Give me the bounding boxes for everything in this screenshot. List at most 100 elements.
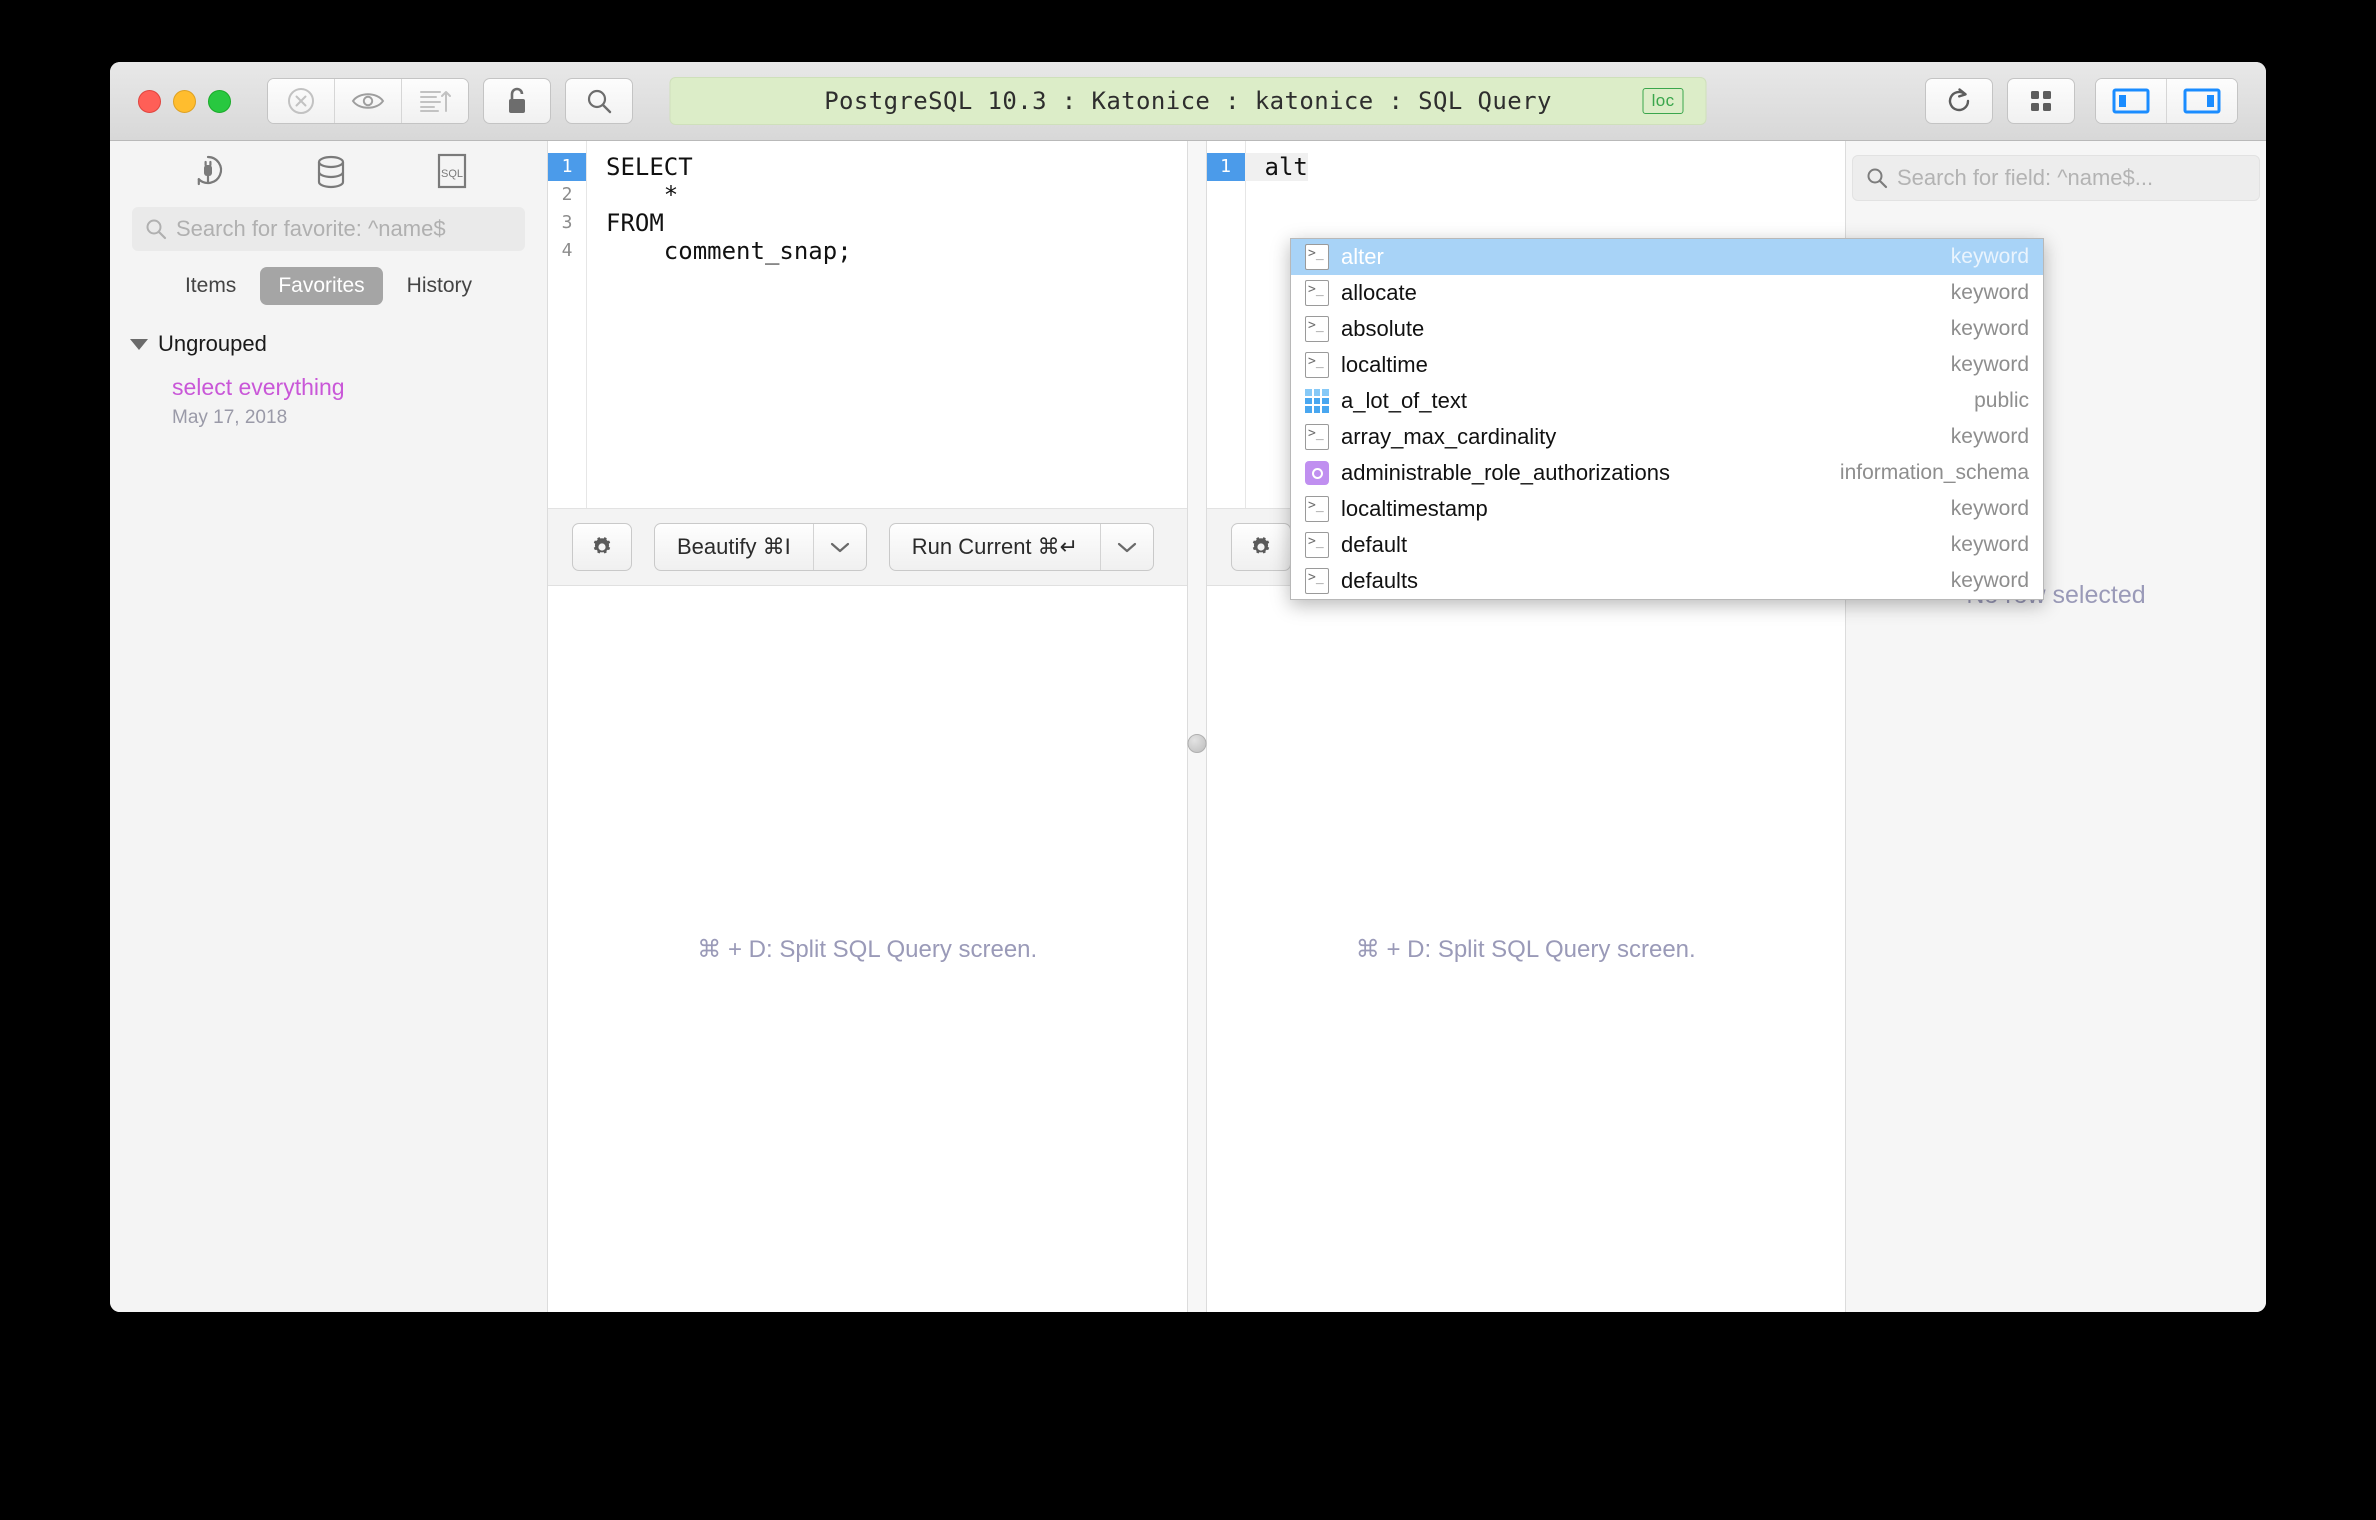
right-panel-icon: [2183, 87, 2221, 115]
sidebar-tabs: Items Favorites History: [110, 267, 547, 305]
search-button[interactable]: [565, 78, 633, 124]
keyword-icon: >_: [1305, 316, 1329, 342]
favorite-date: May 17, 2018: [172, 407, 547, 429]
autocomplete-item-kind: keyword: [1951, 281, 2029, 305]
autocomplete-item[interactable]: >_ defaults keyword: [1291, 563, 2043, 599]
sql-code-area-left[interactable]: 1 SELECT 2 * 3 FROM 4: [548, 141, 1187, 509]
split-screen-hint: ⌘ + D: Split SQL Query screen.: [1356, 935, 1696, 964]
cancel-button[interactable]: [268, 79, 335, 123]
autocomplete-item[interactable]: >_ localtime keyword: [1291, 347, 2043, 383]
titlebar: PostgreSQL 10.3 : Katonice : katonice : …: [110, 62, 2266, 141]
line-text: comment_snap;: [586, 237, 852, 265]
sidebar-tab-items[interactable]: Items: [167, 267, 254, 305]
line-number: 1: [548, 153, 586, 181]
gear-icon: [1248, 534, 1274, 560]
favorite-name: select everything: [172, 373, 547, 403]
sort-button[interactable]: [402, 79, 468, 123]
autocomplete-item[interactable]: >_ array_max_cardinality keyword: [1291, 419, 2043, 455]
refresh-icon: [1944, 86, 1974, 116]
toggle-right-panel-button[interactable]: [2167, 79, 2237, 123]
code-line: 4 comment_snap;: [548, 237, 1187, 265]
favorites-group-label: Ungrouped: [158, 331, 267, 357]
gutter-right: [1207, 141, 1246, 508]
window-controls: [138, 90, 231, 113]
autocomplete-item[interactable]: a_lot_of_text public: [1291, 383, 2043, 419]
autocomplete-item-name: defaults: [1341, 568, 1418, 594]
grid-icon: [2028, 88, 2054, 114]
autocomplete-item-name: localtimestamp: [1341, 496, 1488, 522]
autocomplete-item-name: localtime: [1341, 352, 1428, 378]
chevron-down-icon[interactable]: [1101, 524, 1153, 570]
minimize-button[interactable]: [173, 90, 196, 113]
eye-icon: [350, 88, 386, 114]
autocomplete-popup[interactable]: >_ alter keyword >_ allocate keyword >_ …: [1290, 238, 2044, 600]
unlock-icon: [503, 85, 531, 117]
autocomplete-item-name: allocate: [1341, 280, 1417, 306]
maximize-button[interactable]: [208, 90, 231, 113]
favorites-group-header[interactable]: Ungrouped: [110, 331, 547, 357]
autocomplete-item[interactable]: >_ default keyword: [1291, 527, 2043, 563]
autocomplete-item[interactable]: >_ localtimestamp keyword: [1291, 491, 2043, 527]
autocomplete-item[interactable]: >_ absolute keyword: [1291, 311, 2043, 347]
search-icon: [1865, 166, 1889, 190]
grid-view-button[interactable]: [2007, 78, 2075, 124]
autocomplete-item-kind: keyword: [1951, 533, 2029, 557]
split-resize-handle[interactable]: [1187, 734, 1206, 753]
autocomplete-item-name: administrable_role_authorizations: [1341, 460, 1670, 486]
close-button[interactable]: [138, 90, 161, 113]
keyword-icon: >_: [1305, 532, 1329, 558]
run-current-label: Run Current ⌘↵: [890, 524, 1101, 570]
view-icon: [1305, 461, 1329, 485]
editor-settings-button-left[interactable]: [572, 523, 632, 571]
autocomplete-item-kind: keyword: [1951, 497, 2029, 521]
sidebar-tab-history[interactable]: History: [389, 267, 490, 305]
sidebar-tab-favorites[interactable]: Favorites: [260, 267, 382, 305]
code-line: 2 *: [548, 181, 1187, 209]
plug-icon[interactable]: [187, 151, 229, 193]
database-icon[interactable]: [311, 151, 351, 193]
toolbar-right: [1925, 78, 2238, 124]
line-number: 2: [548, 181, 586, 209]
favorite-list-item[interactable]: select everything May 17, 2018: [110, 373, 547, 429]
toggle-left-panel-button[interactable]: [2096, 79, 2167, 123]
keyword-icon: >_: [1305, 424, 1329, 450]
code-line: 1 alt: [1207, 153, 1846, 181]
autocomplete-item-kind: keyword: [1951, 425, 2029, 449]
table-icon: [1305, 389, 1329, 413]
preview-button[interactable]: [335, 79, 402, 123]
autocomplete-item-kind: keyword: [1951, 317, 2029, 341]
field-search-input[interactable]: Search for field: ^name$...: [1852, 155, 2260, 201]
app-window: PostgreSQL 10.3 : Katonice : katonice : …: [110, 62, 2266, 1312]
editor-split-divider[interactable]: [1187, 141, 1207, 1312]
beautify-button-left[interactable]: Beautify ⌘I: [654, 523, 867, 571]
autocomplete-item[interactable]: >_ alter keyword: [1291, 239, 2043, 275]
autocomplete-item-name: default: [1341, 532, 1407, 558]
autocomplete-item-name: a_lot_of_text: [1341, 388, 1467, 414]
autocomplete-item-kind: keyword: [1951, 245, 2029, 269]
chevron-down-icon[interactable]: [814, 524, 866, 570]
line-number: 4: [548, 237, 586, 265]
run-current-button-left[interactable]: Run Current ⌘↵: [889, 523, 1154, 571]
autocomplete-item[interactable]: >_ allocate keyword: [1291, 275, 2043, 311]
autocomplete-item-kind: keyword: [1951, 353, 2029, 377]
code-line: 3 FROM: [548, 209, 1187, 237]
autocomplete-item-name: alter: [1341, 244, 1384, 270]
page-title: PostgreSQL 10.3 : Katonice : katonice : …: [824, 87, 1552, 115]
favorite-search-field[interactable]: Search for favorite: ^name$: [132, 207, 525, 251]
sidebar-icon-bar: SQL: [110, 141, 547, 203]
sort-lines-icon: [418, 87, 452, 115]
window-title-field: PostgreSQL 10.3 : Katonice : katonice : …: [670, 77, 1707, 125]
svg-text:SQL: SQL: [441, 168, 463, 180]
keyword-icon: >_: [1305, 352, 1329, 378]
lock-button[interactable]: [483, 78, 551, 124]
autocomplete-item[interactable]: administrable_role_authorizations inform…: [1291, 455, 2043, 491]
favorite-search-placeholder: Search for favorite: ^name$: [176, 216, 446, 242]
editor-settings-button-right[interactable]: [1231, 523, 1291, 571]
sql-file-icon[interactable]: SQL: [434, 151, 470, 193]
refresh-button[interactable]: [1925, 78, 1993, 124]
left-panel-icon: [2112, 87, 2150, 115]
autocomplete-item-name: array_max_cardinality: [1341, 424, 1556, 450]
split-screen-hint: ⌘ + D: Split SQL Query screen.: [697, 935, 1037, 964]
field-search-placeholder: Search for field: ^name$...: [1897, 165, 2153, 191]
keyword-icon: >_: [1305, 244, 1329, 270]
